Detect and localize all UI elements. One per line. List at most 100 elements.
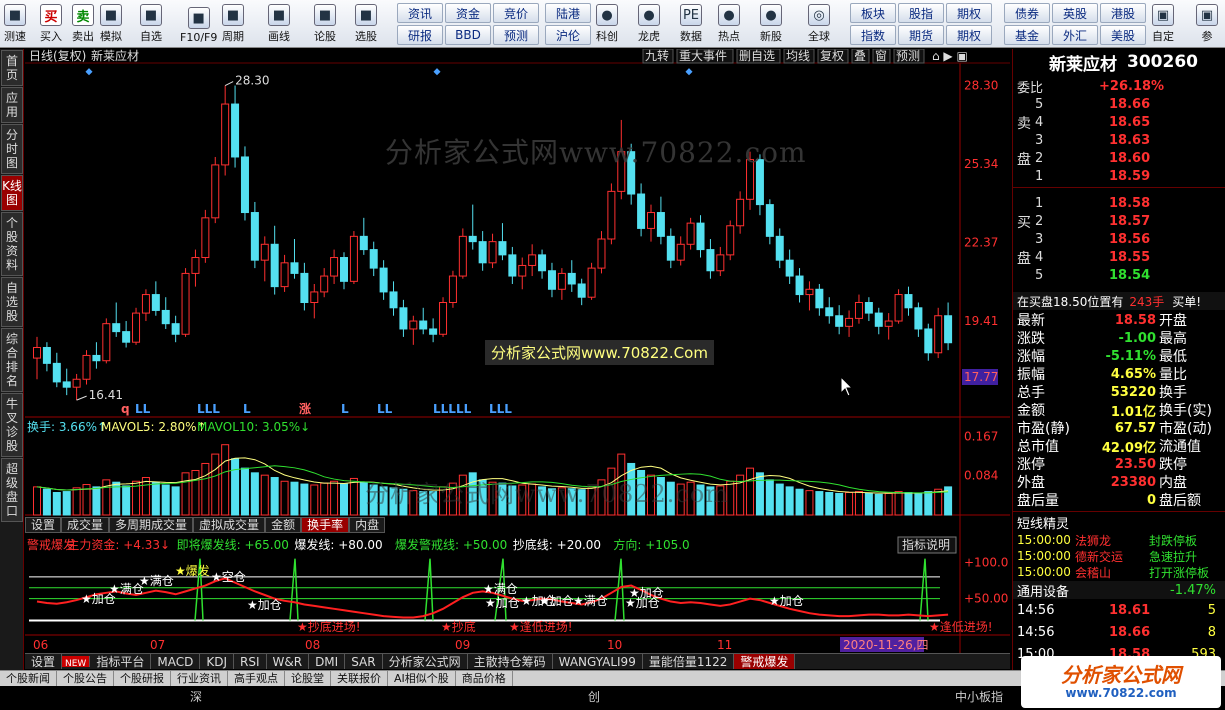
candle-body[interactable] bbox=[577, 283, 586, 298]
volume-bar[interactable] bbox=[884, 492, 893, 516]
candle-body[interactable] bbox=[716, 254, 725, 272]
volume-bar[interactable] bbox=[775, 483, 784, 516]
toolbar-group-index-item[interactable]: 期权 bbox=[946, 25, 992, 45]
candle-body[interactable] bbox=[686, 222, 695, 245]
toolbar-group-market-item[interactable]: 美股 bbox=[1100, 25, 1146, 45]
left-tab-2[interactable]: 分时图 bbox=[1, 124, 23, 174]
candle-body[interactable] bbox=[696, 222, 705, 251]
globe-button[interactable]: ◎ 全球 bbox=[808, 2, 830, 46]
vol-tab-6[interactable]: 内盘 bbox=[349, 517, 386, 533]
vol-tab-0[interactable]: 设置 bbox=[25, 517, 62, 533]
candle-body[interactable] bbox=[330, 257, 339, 277]
volume-bar[interactable] bbox=[894, 491, 903, 516]
candle-body[interactable] bbox=[389, 291, 398, 309]
candle-body[interactable] bbox=[260, 243, 269, 261]
hammer-button[interactable]: ■ 模拟 bbox=[100, 2, 122, 46]
vol-tab-1[interactable]: 成交量 bbox=[61, 517, 110, 533]
ind-tab-7[interactable]: DMI bbox=[309, 654, 346, 669]
volume-bar[interactable] bbox=[72, 487, 81, 516]
volume-bar[interactable] bbox=[785, 486, 794, 516]
toolbar-group-index-item[interactable]: 指数 bbox=[850, 25, 896, 45]
candle-body[interactable] bbox=[448, 275, 457, 304]
ind-tab-12[interactable]: 量能倍量1122 bbox=[643, 654, 735, 669]
custom-button[interactable]: ▣ 自定 bbox=[1152, 2, 1174, 46]
volume-bar[interactable] bbox=[746, 467, 755, 516]
volume-bar[interactable] bbox=[924, 491, 933, 516]
left-tab-1[interactable]: 应用 bbox=[1, 87, 23, 123]
volume-bar[interactable] bbox=[141, 477, 150, 516]
toolbar-group-index-item[interactable]: 期货 bbox=[898, 25, 944, 45]
candle-body[interactable] bbox=[597, 238, 606, 269]
candle-body[interactable] bbox=[52, 362, 61, 383]
pe-button[interactable]: PE 数据 bbox=[680, 2, 702, 46]
candle-body[interactable] bbox=[191, 257, 200, 274]
candle-body[interactable] bbox=[280, 262, 289, 288]
ind-tab-4[interactable]: KDJ bbox=[200, 654, 234, 669]
clock-button[interactable]: ■ 测速 bbox=[4, 2, 26, 46]
info-tab-2[interactable]: 个股研报 bbox=[114, 671, 171, 686]
candle-body[interactable] bbox=[508, 254, 517, 277]
volume-bar[interactable] bbox=[191, 469, 200, 516]
left-tab-0[interactable]: 首页 bbox=[1, 50, 23, 86]
toolbar-group-info-item[interactable]: 资讯 bbox=[397, 3, 443, 23]
toolbar-group-index-item[interactable]: 股指 bbox=[898, 3, 944, 23]
ind-tab-2[interactable]: 指标平台 bbox=[90, 654, 152, 669]
candle-body[interactable] bbox=[726, 225, 735, 256]
volume-bar[interactable] bbox=[310, 484, 319, 516]
left-tab-8[interactable]: 超级盘口 bbox=[1, 458, 23, 522]
info-tab-1[interactable]: 个股公告 bbox=[57, 671, 114, 686]
candle-body[interactable] bbox=[181, 272, 190, 335]
volume-bar[interactable] bbox=[42, 488, 51, 516]
toolbar-group-index-item[interactable]: 板块 bbox=[850, 3, 896, 23]
candle-body[interactable] bbox=[409, 320, 418, 330]
more-button[interactable]: ▣ 参 bbox=[1196, 2, 1218, 46]
candle-body[interactable] bbox=[864, 302, 873, 314]
toolbar-group-info-item[interactable]: 预测 bbox=[493, 25, 539, 45]
volume-bar[interactable] bbox=[864, 492, 873, 516]
ind-tab-11[interactable]: WANGYALI99 bbox=[553, 654, 643, 669]
candle-body[interactable] bbox=[825, 307, 834, 317]
candle-body[interactable] bbox=[102, 323, 111, 362]
info-tab-3[interactable]: 行业资讯 bbox=[171, 671, 228, 686]
volume-bar[interactable] bbox=[835, 492, 844, 516]
volume-bar[interactable] bbox=[151, 481, 160, 516]
candle-body[interactable] bbox=[429, 328, 438, 335]
volume-bar[interactable] bbox=[330, 480, 339, 516]
volume-bar[interactable] bbox=[914, 493, 923, 516]
candle-body[interactable] bbox=[854, 302, 863, 319]
info-tab-5[interactable]: 论股堂 bbox=[285, 671, 331, 686]
candle-body[interactable] bbox=[587, 267, 596, 298]
cycle-button[interactable]: ■ 周期 bbox=[222, 2, 244, 46]
volume-bar[interactable] bbox=[904, 492, 913, 516]
candle-body[interactable] bbox=[320, 275, 329, 293]
hot-button[interactable]: ● 热点 bbox=[718, 2, 740, 46]
candle-body[interactable] bbox=[924, 328, 933, 354]
candle-body[interactable] bbox=[458, 235, 467, 277]
candle-body[interactable] bbox=[419, 320, 428, 330]
volume-bar[interactable] bbox=[92, 486, 101, 516]
volume-bar[interactable] bbox=[874, 493, 883, 516]
toolbar-group-market-item[interactable]: 基金 bbox=[1004, 25, 1050, 45]
left-tab-3[interactable]: K线图 bbox=[1, 175, 23, 211]
ind-tab-0[interactable]: 设置 bbox=[25, 654, 63, 669]
toolbar-group-index-item[interactable]: 期权 bbox=[946, 3, 992, 23]
candle-body[interactable] bbox=[478, 241, 487, 264]
candle-body[interactable] bbox=[141, 294, 150, 314]
candle-body[interactable] bbox=[349, 235, 358, 282]
volume-bar[interactable] bbox=[102, 479, 111, 516]
window-icon[interactable]: ⌂ ▶ ▣ bbox=[932, 49, 968, 63]
candle-body[interactable] bbox=[379, 267, 388, 293]
info-tab-0[interactable]: 个股新闻 bbox=[0, 671, 57, 686]
candle-body[interactable] bbox=[310, 291, 319, 304]
candle-body[interactable] bbox=[518, 264, 527, 277]
volume-bar[interactable] bbox=[795, 488, 804, 516]
volume-bar[interactable] bbox=[33, 486, 41, 516]
candle-body[interactable] bbox=[706, 249, 715, 272]
candle-body[interactable] bbox=[637, 193, 646, 229]
left-tab-6[interactable]: 综合排名 bbox=[1, 328, 23, 392]
volume-bar[interactable] bbox=[270, 477, 279, 516]
sell-button[interactable]: 卖卖出 bbox=[72, 2, 94, 46]
candle-body[interactable] bbox=[845, 317, 854, 327]
candle-body[interactable] bbox=[211, 164, 220, 219]
pencil-button[interactable]: ■ 画线 bbox=[268, 2, 290, 46]
